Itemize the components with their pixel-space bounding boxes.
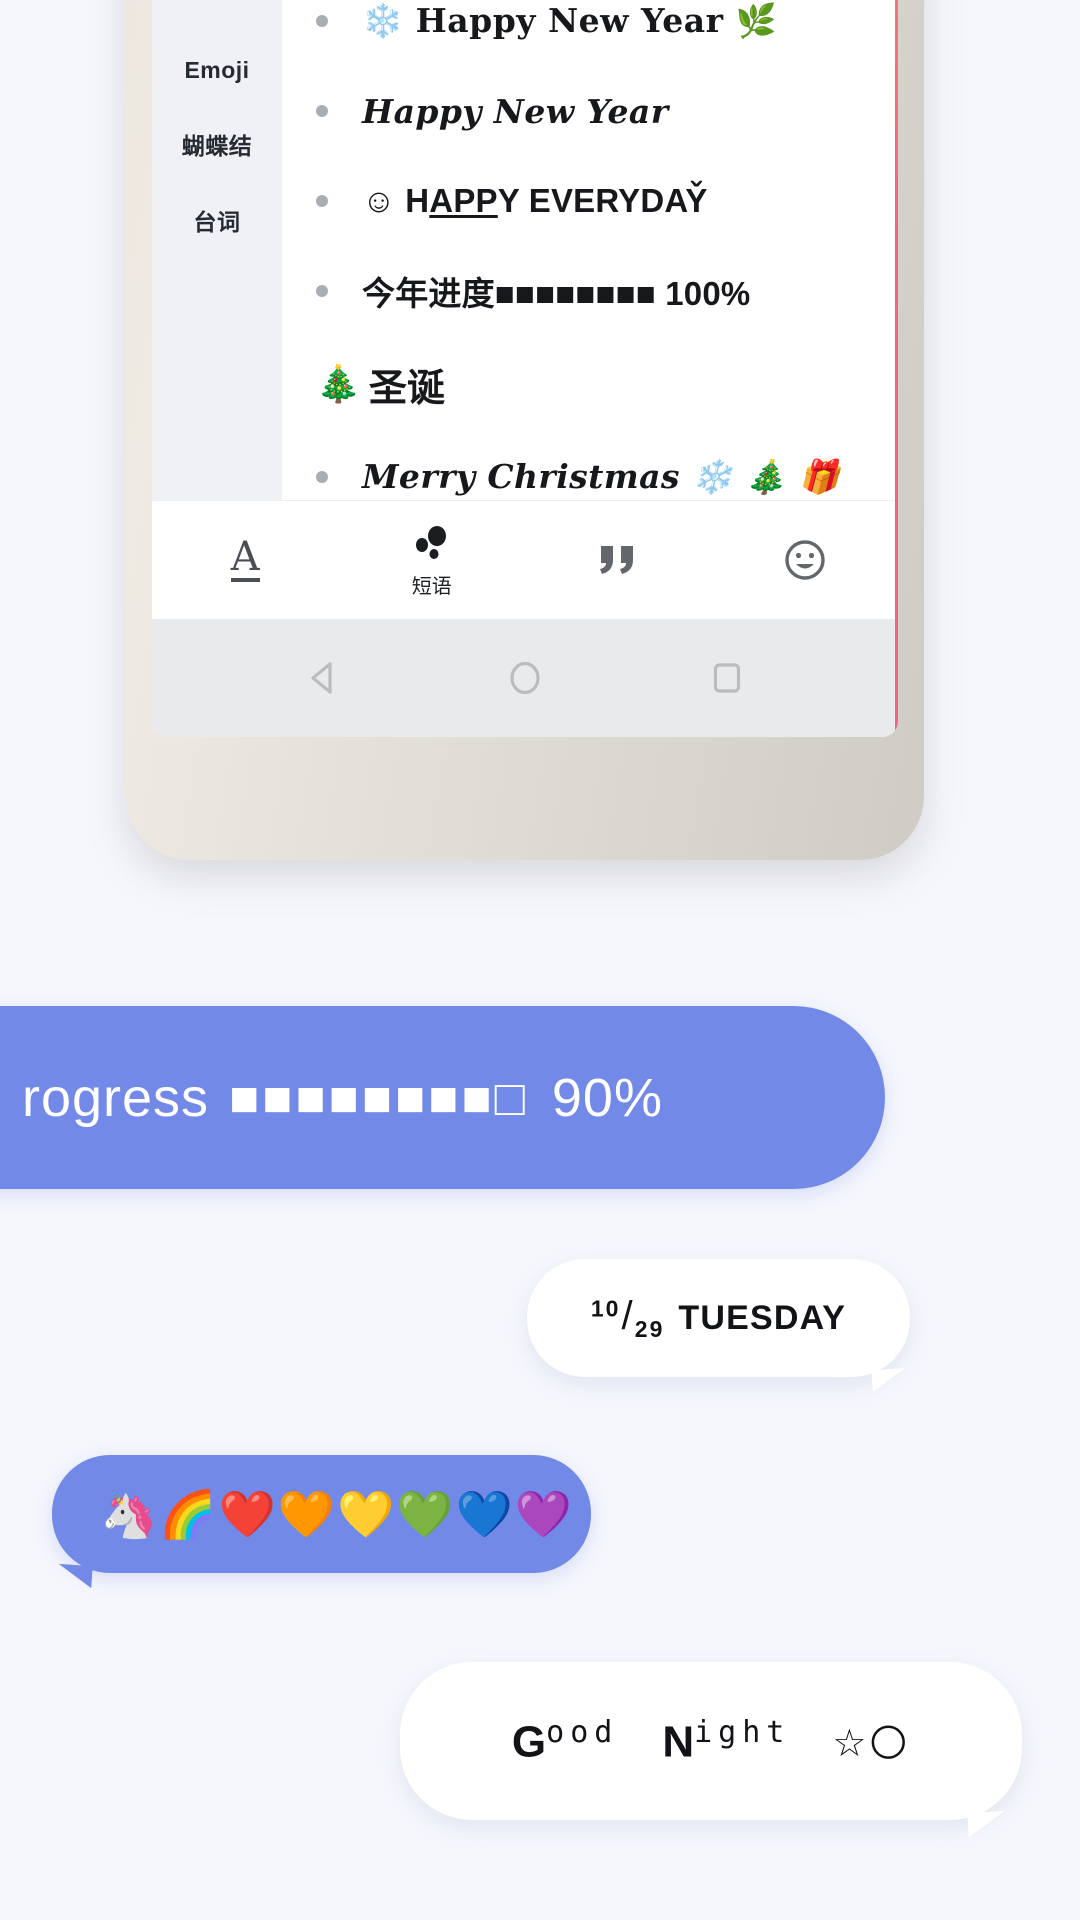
bubble-tail bbox=[871, 1367, 907, 1393]
recents-square-icon[interactable] bbox=[687, 638, 767, 718]
list-item[interactable]: ❄️ Happy New Year 🌿 bbox=[282, 0, 898, 66]
sidebar-item-emoji[interactable]: Emoji bbox=[152, 32, 282, 108]
progress-bar-empty: □ bbox=[494, 1069, 528, 1126]
bullet-icon bbox=[316, 195, 328, 207]
goodnight-ood: ood bbox=[546, 1714, 619, 1750]
date-month: 10 bbox=[590, 1295, 621, 1322]
christmas-tree-icon: 🎄 bbox=[316, 363, 361, 404]
goodnight-n: N bbox=[662, 1717, 695, 1767]
keyboard-toolbar: A 短语 bbox=[152, 500, 898, 619]
chat-bubble-progress[interactable]: rogress ■■■■■■■■ □ 90% bbox=[0, 1006, 885, 1189]
phrases-icon bbox=[410, 522, 454, 566]
phone-mockup: Emoji 蝴蝶结 台词 ❄️ Happy New Year 🌿 Happy N… bbox=[126, 0, 924, 860]
section-title: 圣诞 bbox=[368, 367, 445, 410]
progress-bar-filled: ■■■■■■■■ bbox=[229, 1069, 495, 1126]
chat-bubble-date[interactable]: 10/29 TUESDAY bbox=[527, 1259, 910, 1393]
phrase-text: 今年进度■■■■■■■■ 100% bbox=[362, 275, 751, 312]
tab-phrases[interactable]: 短语 bbox=[339, 522, 526, 599]
date-text: 10/29 TUESDAY bbox=[591, 1294, 846, 1343]
goodnight-g: G bbox=[511, 1717, 547, 1767]
emoji-sequence: 🦄🌈❤️🧡💛💚💙💜 bbox=[100, 1487, 575, 1540]
phrase-suffix: Y EVERYDAY̌ bbox=[497, 182, 708, 219]
progress-percent: 90% bbox=[551, 1067, 663, 1128]
tab-quote[interactable] bbox=[525, 538, 712, 582]
emoji-face-icon bbox=[782, 538, 828, 582]
goodnight-text: Good Night ☆🌕 bbox=[512, 1715, 910, 1767]
text-format-icon: A bbox=[230, 534, 260, 582]
sidebar-item-bow[interactable]: 蝴蝶结 bbox=[152, 108, 282, 184]
phrase-text: ☺ HAPPY EVERYDAY̌ bbox=[362, 182, 708, 220]
list-item[interactable]: ☺ HAPPY EVERYDAY̌ bbox=[282, 156, 898, 246]
bullet-icon bbox=[316, 15, 328, 27]
chat-bubble-emoji[interactable]: 🦄🌈❤️🧡💛💚💙💜 bbox=[52, 1455, 591, 1589]
list-item[interactable]: Happy New Year bbox=[282, 66, 898, 156]
date-separator: / bbox=[621, 1293, 634, 1338]
screen-edge-accent-line bbox=[895, 0, 898, 737]
bubble-tail bbox=[967, 1810, 1007, 1838]
phrase-prefix: ☺ H bbox=[362, 182, 430, 219]
back-triangle-icon[interactable] bbox=[283, 638, 363, 718]
android-navigation-bar bbox=[152, 619, 898, 737]
home-circle-icon[interactable] bbox=[485, 638, 565, 718]
bullet-icon bbox=[316, 105, 328, 117]
date-weekday: TUESDAY bbox=[678, 1298, 847, 1337]
tab-text-format[interactable]: A bbox=[152, 534, 339, 582]
phrase-text: Happy New Year bbox=[362, 91, 669, 131]
bullet-icon bbox=[316, 285, 328, 297]
phone-screen: Emoji 蝴蝶结 台词 ❄️ Happy New Year 🌿 Happy N… bbox=[152, 0, 898, 737]
sidebar-item-label: Emoji bbox=[184, 57, 250, 83]
list-item[interactable]: 今年进度■■■■■■■■ 100% bbox=[282, 246, 898, 336]
chat-bubble-goodnight[interactable]: Good Night ☆🌕 bbox=[400, 1662, 1022, 1838]
date-day: 29 bbox=[634, 1315, 665, 1342]
tab-emoji[interactable] bbox=[712, 538, 899, 582]
bubble-tail bbox=[57, 1563, 93, 1589]
goodnight-ight: ight bbox=[694, 1714, 791, 1750]
text-format-glyph: A bbox=[230, 534, 260, 582]
progress-label: rogress bbox=[22, 1067, 210, 1128]
tab-phrases-label: 短语 bbox=[411, 575, 452, 598]
phrase-section-header: 🎄 圣诞 bbox=[282, 336, 898, 432]
phrase-text: Merry Christmas ❄️ 🎄 🎁 bbox=[362, 457, 840, 496]
sidebar-item-label: 台词 bbox=[193, 209, 241, 235]
sidebar-item-lines[interactable]: 台词 bbox=[152, 184, 282, 260]
phrase-underlined: APP bbox=[429, 182, 498, 219]
star-moon-icon: ☆🌕 bbox=[832, 1723, 911, 1766]
sidebar-item-label: 蝴蝶结 bbox=[181, 133, 253, 159]
phrase-text: ❄️ Happy New Year 🌿 bbox=[362, 1, 778, 40]
quote-icon bbox=[597, 538, 639, 582]
bullet-icon bbox=[316, 471, 328, 483]
